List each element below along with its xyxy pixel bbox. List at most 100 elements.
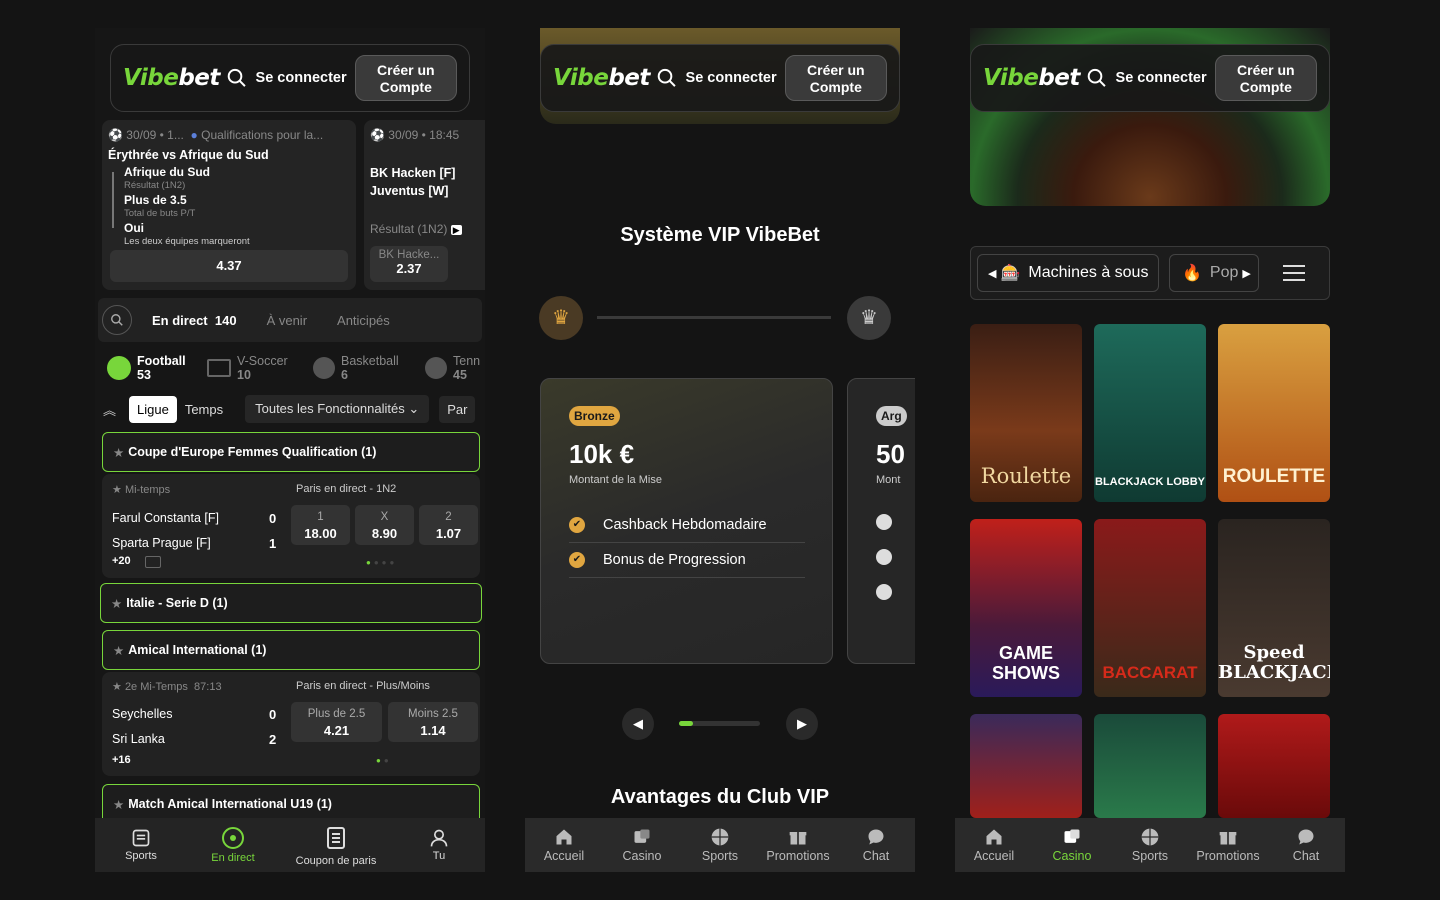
away-score: 2 [269, 732, 277, 747]
search-icon[interactable] [656, 67, 678, 89]
nav-casino[interactable]: Casino [603, 827, 681, 863]
chevron-left-icon[interactable]: ◀ [988, 267, 996, 280]
create-account-button[interactable]: Créer un Compte [784, 55, 887, 101]
game-tile[interactable] [1218, 714, 1330, 818]
sport-tennis[interactable]: Tenn 45 [425, 350, 480, 386]
nav-chat[interactable]: Chat [1267, 827, 1345, 863]
stats-icon[interactable] [145, 556, 161, 568]
carousel-progress [679, 721, 760, 726]
nav-casino[interactable]: Casino [1033, 827, 1111, 863]
next-button[interactable]: ▶ [786, 708, 818, 740]
nav-chat[interactable]: Chat [837, 827, 915, 863]
login-link[interactable]: Se connecter [256, 70, 347, 86]
nav-home[interactable]: Accueil [955, 827, 1033, 863]
star-icon[interactable]: ★ [112, 681, 122, 693]
bottom-nav: Accueil Casino Sports Promotions Chat [955, 818, 1345, 872]
nav-promotions[interactable]: Promotions [759, 827, 837, 863]
game-tile[interactable] [1094, 714, 1206, 818]
game-tile-game-shows[interactable]: GAME SHOWS [970, 519, 1082, 697]
create-account-button[interactable]: Créer un Compte [354, 55, 457, 101]
more-markets[interactable]: +20 [112, 555, 131, 567]
tab-antepost[interactable]: Anticipés [337, 313, 390, 328]
tab-live[interactable]: En direct 140 [152, 313, 237, 328]
odds-button[interactable]: 4.37 [110, 250, 348, 282]
game-tile-roulette-2[interactable]: ROULETTE [1218, 324, 1330, 502]
sport-football[interactable]: Football 53 [107, 350, 207, 386]
game-tile-speed-blackjack[interactable]: Speed BLACKJACK [1218, 519, 1330, 697]
search-icon[interactable] [226, 67, 248, 89]
nav-promotions[interactable]: Promotions [1189, 827, 1267, 863]
login-link[interactable]: Se connecter [686, 70, 777, 86]
star-icon[interactable]: ★ [111, 596, 122, 611]
game-tile-baccarat[interactable]: BACCARAT [1094, 519, 1206, 697]
star-icon[interactable]: ★ [112, 484, 122, 496]
odds-button[interactable]: Plus de 2.5 4.21 [291, 702, 382, 742]
football-icon [107, 356, 131, 380]
nav-profile[interactable]: Tu [400, 828, 478, 862]
tier-badge: Bronze [569, 406, 620, 426]
logo[interactable]: Vibebet [983, 65, 1080, 91]
basketball-icon [313, 357, 335, 379]
vip-screen: Vibebet Se connecter Créer un Compte Sys… [525, 28, 915, 872]
game-tile-blackjack-lobby[interactable]: BLACKJACK LOBBY [1094, 324, 1206, 502]
nav-betslip[interactable]: Coupon de paris [286, 823, 386, 867]
star-icon[interactable]: ★ [113, 643, 124, 658]
tier-amount: 50 [876, 439, 905, 469]
home-icon [556, 829, 572, 845]
game-tile[interactable] [970, 714, 1082, 818]
featured-bet-card[interactable]: ⚽ 30/09 • 1... ● Qualifications pour la.… [102, 120, 356, 290]
home-team: Farul Constanta [F] [112, 511, 219, 525]
market-label: Paris en direct - Plus/Moins [296, 680, 430, 692]
monitor-icon [207, 359, 231, 377]
tab-upcoming[interactable]: À venir [267, 313, 307, 328]
nav-live[interactable]: En direct [194, 826, 272, 864]
search-icon[interactable] [1086, 67, 1108, 89]
sport-basketball[interactable]: Basketball 6 [313, 350, 425, 386]
game-tile-roulette[interactable]: Roulette [970, 324, 1082, 502]
vip-tier-card[interactable]: Bronze 10k € Montant de la Mise ✔ Cashbac… [540, 378, 833, 664]
collapse-icon[interactable]: ︽ [103, 400, 121, 419]
logo[interactable]: Vibebet [123, 65, 220, 91]
crown-icon: ♛ [847, 296, 891, 340]
category-popular[interactable]: 🔥 Pop ▶ [1169, 254, 1259, 292]
match-status: Mi-temps [124, 484, 171, 496]
odds-button[interactable]: BK Hacke... 2.37 [370, 246, 448, 282]
home-team: Seychelles [112, 707, 173, 721]
nav-home[interactable]: Accueil [525, 827, 603, 863]
league-header[interactable]: ★ Coupe d'Europe Femmes Qualification (1) [102, 432, 480, 472]
chevron-right-icon[interactable]: ▶ [1242, 267, 1250, 280]
filter-features[interactable]: Toutes les Fonctionnalités ⌄ [245, 395, 430, 423]
chat-icon [868, 829, 884, 845]
more-markets[interactable]: +16 [112, 754, 131, 766]
logo[interactable]: Vibebet [553, 65, 650, 91]
odds-button[interactable]: 2 1.07 [419, 505, 478, 545]
home-score: 0 [269, 511, 277, 526]
filter-icon[interactable] [1283, 262, 1305, 284]
bet-competition: Qualifications pour la... [201, 128, 324, 142]
filter-time[interactable]: Temps [185, 402, 223, 417]
nav-sports[interactable]: Sports [102, 828, 180, 862]
sport-vsoccer[interactable]: V-Soccer 10 [207, 350, 313, 386]
league-header[interactable]: ★ Amical International (1) [102, 630, 480, 670]
featured-bet-card[interactable]: ⚽ 30/09 • 18:45 BK Hacken [F] Juventus [W… [364, 120, 485, 290]
odds-button[interactable]: X 8.90 [355, 505, 414, 545]
star-icon[interactable]: ★ [113, 797, 124, 812]
star-icon[interactable]: ★ [113, 445, 124, 460]
odds-button[interactable]: 1 18.00 [291, 505, 350, 545]
basketball-icon [711, 828, 729, 846]
vip-tier-card-next[interactable]: Arg 50 Mont [847, 378, 915, 664]
nav-sports[interactable]: Sports [1111, 827, 1189, 863]
odds-button[interactable]: Moins 2.5 1.14 [388, 702, 478, 742]
filter-bar: ︽ Ligue Temps Toutes les Fonctionnalités… [103, 394, 485, 424]
benefit-item: ✔ Cashback Hebdomadaire [569, 508, 805, 543]
filter-league[interactable]: Ligue [129, 395, 177, 423]
nav-sports[interactable]: Sports [681, 827, 759, 863]
login-link[interactable]: Se connecter [1116, 70, 1207, 86]
category-slots[interactable]: ◀ 🎰 Machines à sous [977, 254, 1159, 292]
league-header[interactable]: ★ Italie - Serie D (1) [100, 583, 482, 623]
create-account-button[interactable]: Créer un Compte [1214, 55, 1317, 101]
search-icon[interactable] [102, 305, 132, 335]
page-dots: ●●●● [366, 558, 398, 567]
filter-more[interactable]: Par [439, 395, 476, 423]
prev-button[interactable]: ◀ [622, 708, 654, 740]
